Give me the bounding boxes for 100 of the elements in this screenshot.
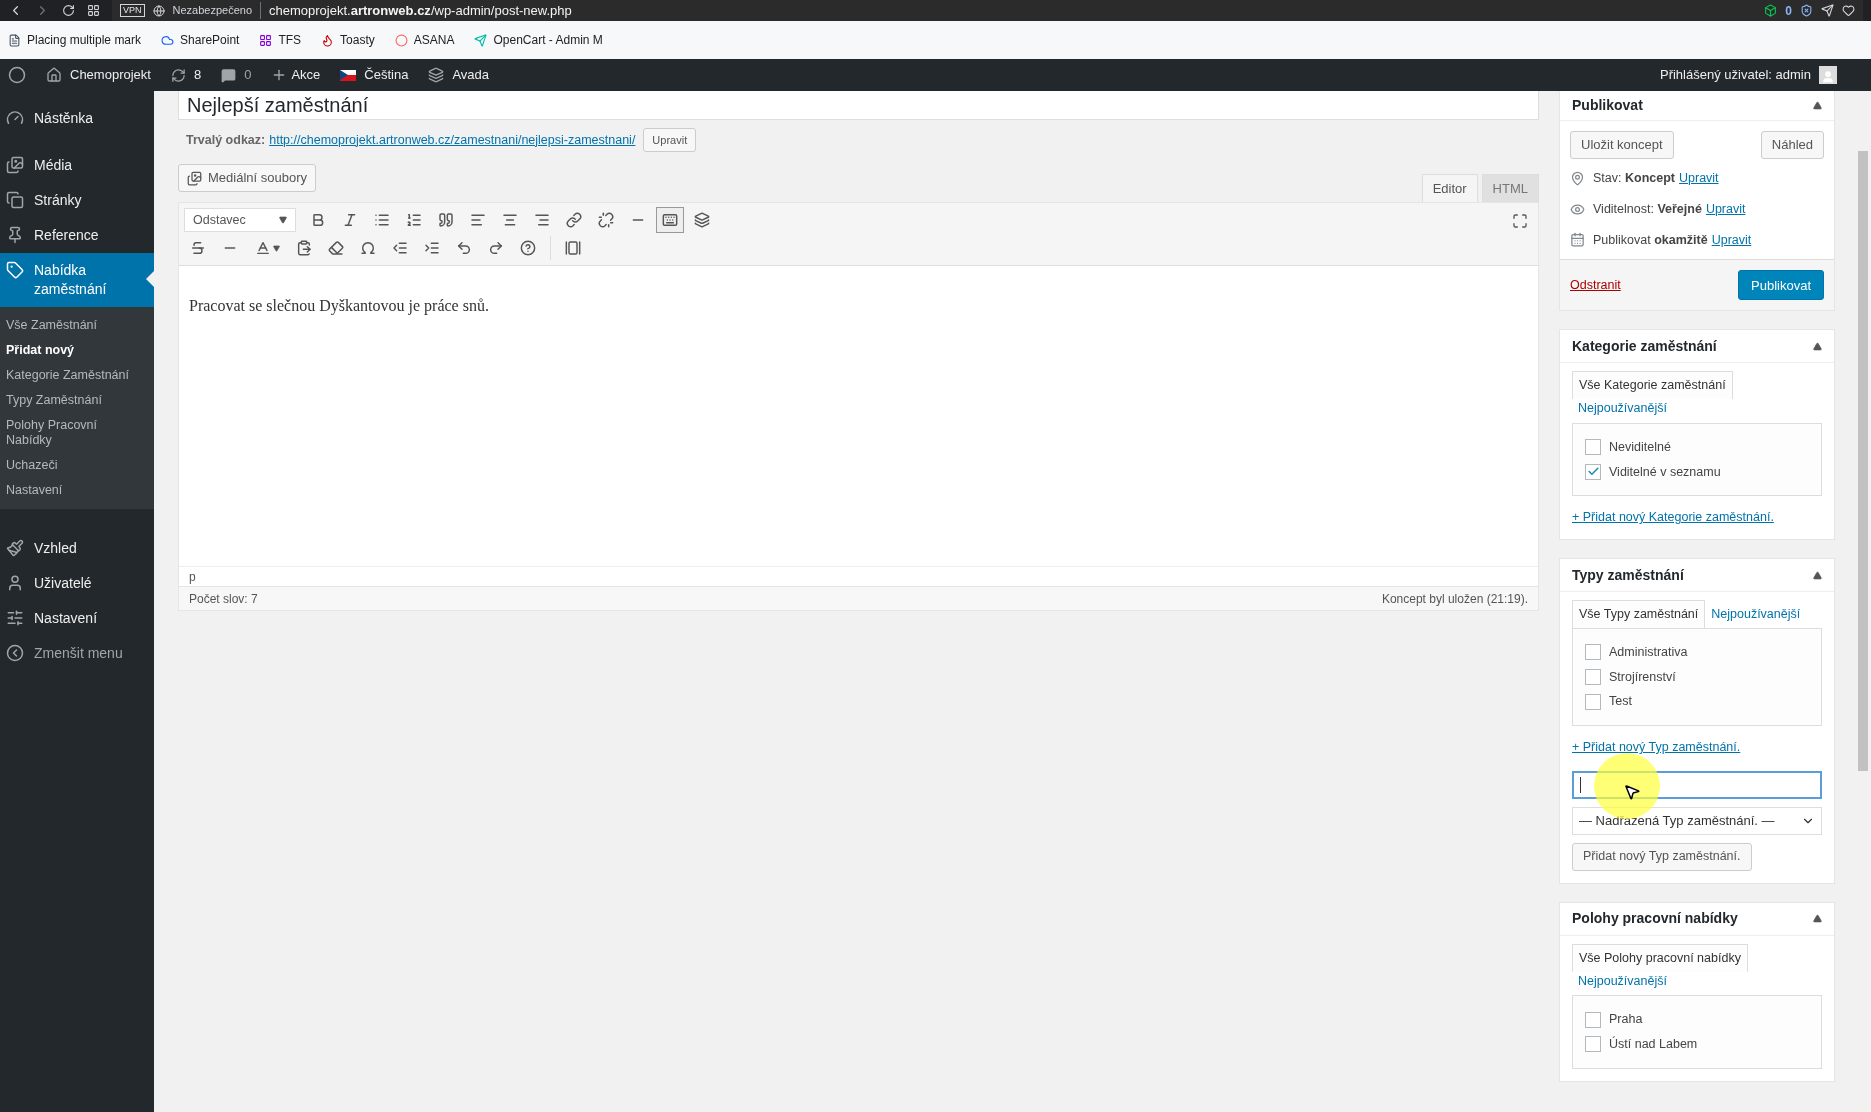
category-tab[interactable]: Vše Kategorie zaměstnání bbox=[1572, 371, 1733, 399]
send-icon[interactable] bbox=[1821, 4, 1834, 17]
box-title: Polohy pracovní nabídky bbox=[1572, 909, 1738, 929]
sidebar-item[interactable]: Vzhled bbox=[0, 531, 154, 566]
sidebar-item[interactable]: Uživatelé bbox=[0, 566, 154, 601]
permalink-link[interactable]: http://chemoprojekt.artronweb.cz/zamestnani/nejlepsi-zamestnani/ bbox=[269, 130, 636, 150]
category-tab[interactable]: Vše Polohy pracovní nabídky bbox=[1572, 943, 1748, 972]
checkbox-label: Test bbox=[1609, 693, 1632, 711]
shield-icon[interactable] bbox=[1800, 4, 1813, 17]
submenu-item[interactable]: Vše Zaměstnání bbox=[6, 313, 138, 338]
submenu-item[interactable]: Typy Zaměstnání bbox=[6, 388, 138, 413]
user-menu[interactable]: Přihlášený uživatel: admin bbox=[1659, 65, 1863, 85]
updates-link[interactable]: 8 bbox=[170, 65, 202, 85]
edit-link[interactable]: Upravit bbox=[1705, 199, 1746, 219]
cube-icon[interactable] bbox=[1764, 4, 1778, 17]
checkbox[interactable] bbox=[1585, 644, 1601, 661]
checkbox-label: Strojírenství bbox=[1609, 668, 1676, 686]
title-field[interactable]: Nejlepší zaměstnání bbox=[178, 91, 1539, 120]
bookmark[interactable]: SharePoint bbox=[161, 31, 240, 49]
sidebar-item[interactable]: Média bbox=[0, 148, 154, 183]
menu-icon bbox=[6, 644, 24, 662]
format-select[interactable]: Odstavec bbox=[184, 208, 296, 232]
editor-tab[interactable]: Editor bbox=[1421, 174, 1478, 202]
status-text: Stav: Koncept bbox=[1593, 170, 1675, 187]
delete-link[interactable]: Odstranit bbox=[1570, 275, 1621, 295]
box-title: Publikovat bbox=[1572, 96, 1643, 115]
vpn-badge[interactable]: VPN bbox=[120, 4, 145, 17]
category-tab[interactable]: Nejpoužívanější bbox=[1705, 601, 1807, 628]
cursor-icon bbox=[1623, 782, 1641, 801]
submenu-item[interactable]: Polohy Pracovní Nabídky bbox=[6, 413, 138, 453]
submenu-item[interactable]: Kategorie Zaměstnání bbox=[6, 363, 138, 388]
sidebar-item[interactable]: Nabídka zaměstnání bbox=[0, 253, 154, 307]
menu-label: Reference bbox=[34, 226, 99, 245]
save-draft-button[interactable]: Uložit koncept bbox=[1570, 131, 1674, 159]
category-tab[interactable]: Vše Typy zaměstnání bbox=[1572, 600, 1706, 628]
extension-count: 0 bbox=[1785, 2, 1792, 20]
language-link[interactable]: Čeština bbox=[340, 65, 409, 85]
submenu-item[interactable]: Uchazeči bbox=[6, 453, 138, 478]
add-term-button[interactable]: Přidat nový Typ zaměstnání. bbox=[1572, 842, 1752, 871]
site-link[interactable]: Chemoprojekt bbox=[46, 65, 151, 85]
checkbox-label: Ústí nad Labem bbox=[1609, 1035, 1698, 1053]
menu-icon bbox=[6, 609, 24, 627]
submenu-item[interactable]: Přidat nový bbox=[6, 338, 138, 363]
publish-button[interactable]: Publikovat bbox=[1738, 270, 1824, 301]
element-path: p bbox=[189, 568, 196, 586]
menu-icon bbox=[6, 156, 24, 174]
sidebar-item[interactable]: Nastavení bbox=[0, 601, 154, 636]
fullscreen-icon[interactable] bbox=[1512, 213, 1528, 229]
preview-button[interactable]: Náhled bbox=[1760, 131, 1824, 159]
add-new-link[interactable]: + Přidat nový Typ zaměstnání. bbox=[1572, 738, 1822, 757]
home-icon bbox=[46, 67, 62, 83]
wordpress-logo-icon[interactable] bbox=[8, 66, 26, 84]
toolbar-toggle-icon[interactable] bbox=[656, 207, 684, 233]
eye-icon bbox=[1570, 201, 1585, 217]
checkbox[interactable] bbox=[1585, 1036, 1601, 1053]
submenu-item[interactable]: Nastavení bbox=[6, 478, 138, 503]
category-tab[interactable]: Nejpoužívanější bbox=[1572, 971, 1673, 996]
checkbox-label: Administrativa bbox=[1609, 643, 1688, 661]
bookmark[interactable]: ASANA bbox=[394, 31, 455, 49]
bookmark[interactable]: Toasty bbox=[321, 31, 375, 49]
checkbox[interactable] bbox=[1585, 463, 1601, 480]
box-title: Kategorie zaměstnání bbox=[1572, 336, 1717, 356]
checkbox-label: Viditelné v seznamu bbox=[1609, 463, 1721, 481]
address-bar[interactable]: VPN Nezabezpečeno chemoprojekt.artronweb.cz/wp-admin/post-new.php 0 bbox=[112, 0, 1863, 21]
editor-content[interactable]: Pracovat se slečnou Dyškantovou je práce snů. bbox=[189, 294, 1528, 318]
bookmark-icon bbox=[394, 33, 408, 47]
new-link[interactable]: Akce bbox=[271, 65, 321, 85]
bookmark-icon bbox=[259, 33, 273, 47]
autosave-status: Koncept byl uložen (21:19). bbox=[1381, 590, 1528, 608]
parent-select[interactable]: — Nadřazená Typ zaměstnání. — bbox=[1572, 806, 1822, 835]
add-new-link[interactable]: + Přidat nový Kategorie zaměstnání. bbox=[1572, 508, 1822, 527]
checkbox[interactable] bbox=[1585, 668, 1601, 685]
checkbox[interactable] bbox=[1585, 1011, 1601, 1028]
menu-label: Nastavení bbox=[34, 609, 98, 628]
sidebar-item[interactable]: Reference bbox=[0, 218, 154, 253]
media-button[interactable]: Mediální soubory bbox=[178, 164, 316, 192]
sidebar-item[interactable]: Nástěnka bbox=[0, 101, 154, 136]
sidebar-item[interactable]: Stránky bbox=[0, 183, 154, 218]
theme-link[interactable]: Avada bbox=[428, 65, 490, 85]
reload-icon[interactable] bbox=[62, 4, 75, 17]
checkbox[interactable] bbox=[1585, 693, 1601, 710]
bookmark[interactable]: OpenCart - Admin M bbox=[474, 31, 603, 49]
box-title: Typy zaměstnání bbox=[1572, 565, 1684, 585]
bookmark[interactable]: Placing multiple mark bbox=[8, 31, 142, 49]
edit-link[interactable]: Upravit bbox=[1711, 230, 1752, 250]
heart-icon[interactable] bbox=[1842, 4, 1855, 17]
menu-label: Zmenšit menu bbox=[34, 644, 123, 663]
avatar-icon bbox=[1819, 66, 1837, 84]
edit-link[interactable]: Upravit bbox=[1679, 169, 1719, 188]
menu-label: Nástěnka bbox=[34, 109, 94, 128]
menu-label: Stránky bbox=[34, 191, 82, 210]
bookmark-icon bbox=[474, 33, 488, 47]
category-tab[interactable]: Nejpoužívanější bbox=[1572, 399, 1673, 423]
apps-icon[interactable] bbox=[87, 4, 100, 17]
permalink-edit-button[interactable]: Upravit bbox=[643, 128, 697, 152]
comments-link[interactable]: 0 bbox=[221, 65, 252, 85]
status-text: Publikovat okamžitě bbox=[1593, 231, 1708, 249]
checkbox[interactable] bbox=[1585, 439, 1601, 456]
sidebar-item[interactable]: Zmenšit menu bbox=[0, 636, 154, 671]
bookmark[interactable]: TFS bbox=[259, 31, 302, 49]
